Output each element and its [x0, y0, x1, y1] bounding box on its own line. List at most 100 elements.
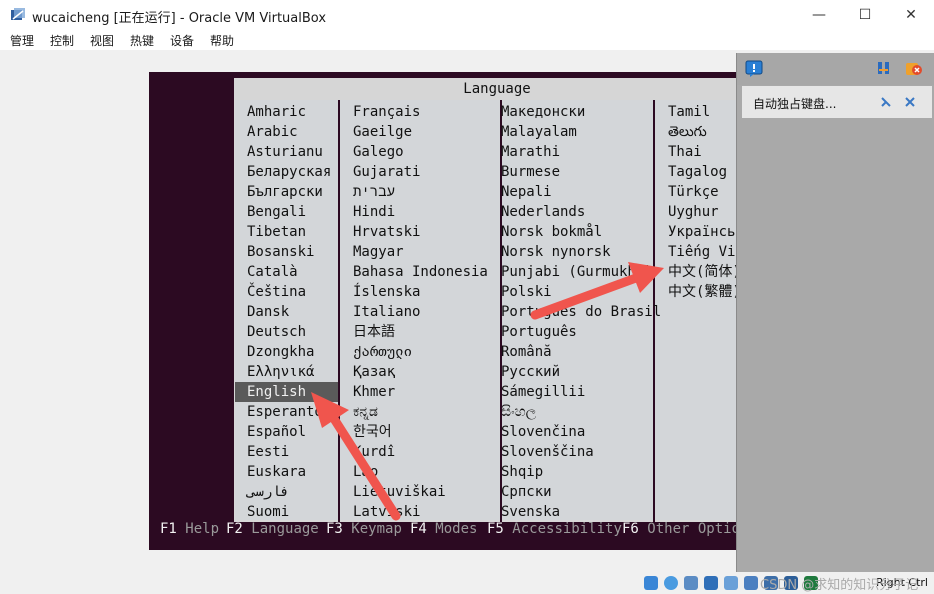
- language-option[interactable]: Nederlands: [501, 202, 585, 222]
- language-option[interactable]: తెలుగు: [668, 122, 707, 142]
- language-option[interactable]: Македонски: [501, 102, 585, 122]
- language-option[interactable]: Suomi: [247, 502, 289, 522]
- language-option[interactable]: Esperanto: [247, 402, 323, 422]
- language-option[interactable]: Burmese: [501, 162, 560, 182]
- language-option[interactable]: Eesti: [247, 442, 289, 462]
- language-option[interactable]: Hindi: [353, 202, 395, 222]
- close-button[interactable]: ✕: [888, 0, 934, 30]
- language-option[interactable]: Asturianu: [247, 142, 323, 162]
- language-option[interactable]: Svenska: [501, 502, 560, 522]
- recording-icon[interactable]: [744, 576, 758, 590]
- language-option[interactable]: עברית: [353, 182, 395, 202]
- language-option[interactable]: Gaeilge: [353, 122, 412, 142]
- language-option[interactable]: Tagalog: [668, 162, 727, 182]
- dismiss-icon[interactable]: [904, 96, 916, 108]
- language-option[interactable]: Türkçe: [668, 182, 719, 202]
- menu-devices[interactable]: 设备: [170, 32, 194, 49]
- display-icon[interactable]: [724, 576, 738, 590]
- language-option[interactable]: Polski: [501, 282, 552, 302]
- language-option[interactable]: فارسی: [247, 482, 289, 502]
- language-option[interactable]: Русский: [501, 362, 560, 382]
- language-option[interactable]: Қазақ: [353, 362, 395, 382]
- close-all-icon[interactable]: [905, 60, 923, 78]
- language-option[interactable]: Arabic: [247, 122, 298, 142]
- language-option[interactable]: Uyghur: [668, 202, 719, 222]
- language-option[interactable]: Lao: [353, 462, 378, 482]
- language-option[interactable]: Português do Brasil: [501, 302, 661, 322]
- language-option[interactable]: Bosanski: [247, 242, 314, 262]
- language-option[interactable]: Norsk nynorsk: [501, 242, 611, 262]
- language-option[interactable]: Gujarati: [353, 162, 420, 182]
- language-option[interactable]: සිංහල: [501, 402, 536, 422]
- menu-hotkeys[interactable]: 热键: [130, 32, 154, 49]
- language-option[interactable]: Marathi: [501, 142, 560, 162]
- language-option[interactable]: Català: [247, 262, 298, 282]
- language-option[interactable]: Српски: [501, 482, 552, 502]
- usb-icon[interactable]: [684, 576, 698, 590]
- message-icon[interactable]: [745, 60, 763, 78]
- language-option[interactable]: Français: [353, 102, 420, 122]
- language-option[interactable]: Tibetan: [247, 222, 306, 242]
- minimize-button[interactable]: —: [796, 0, 842, 30]
- language-option[interactable]: Malayalam: [501, 122, 577, 142]
- language-option[interactable]: Latviski: [353, 502, 420, 522]
- menu-bar: 管理 控制 视图 热键 设备 帮助: [0, 30, 934, 50]
- language-option[interactable]: Thai: [668, 142, 702, 162]
- notification-item[interactable]: 自动独占键盘...: [742, 86, 932, 118]
- language-option[interactable]: Dzongkha: [247, 342, 314, 362]
- language-option[interactable]: Lietuviškai: [353, 482, 446, 502]
- language-option[interactable]: Română: [501, 342, 552, 362]
- language-option[interactable]: Беларуская: [247, 162, 331, 182]
- language-option[interactable]: 中文(繁體): [668, 282, 741, 302]
- fkey-f1[interactable]: F1 Help: [160, 521, 219, 537]
- language-option[interactable]: Tamil: [668, 102, 710, 122]
- menu-help[interactable]: 帮助: [210, 32, 234, 49]
- language-option[interactable]: Amharic: [247, 102, 306, 122]
- language-option[interactable]: 中文(简体): [668, 262, 741, 282]
- language-option-selected[interactable]: English: [235, 382, 338, 402]
- fkey-f3[interactable]: F3 Keymap: [326, 521, 402, 537]
- maximize-button[interactable]: ☐: [842, 0, 888, 30]
- language-option[interactable]: Euskara: [247, 462, 306, 482]
- language-option[interactable]: Ελληνικά: [247, 362, 314, 382]
- language-option[interactable]: Dansk: [247, 302, 289, 322]
- fkey-f4[interactable]: F4 Modes: [410, 521, 477, 537]
- menu-view[interactable]: 视图: [90, 32, 114, 49]
- disk-icon[interactable]: [644, 576, 658, 590]
- language-option[interactable]: Nepali: [501, 182, 552, 202]
- language-option[interactable]: Deutsch: [247, 322, 306, 342]
- fkey-f5[interactable]: F5 Accessibility: [487, 521, 622, 537]
- language-option[interactable]: 日本語: [353, 322, 395, 342]
- language-option[interactable]: Íslenska: [353, 282, 420, 302]
- language-option[interactable]: Magyar: [353, 242, 404, 262]
- language-option[interactable]: Sámegillii: [501, 382, 585, 402]
- fkey-label: Accessibility: [512, 521, 622, 537]
- menu-manage[interactable]: 管理: [10, 32, 34, 49]
- language-option[interactable]: ಕನ್ನಡ: [353, 402, 378, 422]
- language-option[interactable]: Slovenščina: [501, 442, 594, 462]
- language-option[interactable]: Shqip: [501, 462, 543, 482]
- language-option[interactable]: Italiano: [353, 302, 420, 322]
- language-option[interactable]: Español: [247, 422, 306, 442]
- language-option[interactable]: ქართული: [353, 342, 412, 362]
- language-option[interactable]: 한국어: [353, 422, 392, 442]
- language-option[interactable]: Bengali: [247, 202, 306, 222]
- language-option[interactable]: Čeština: [247, 282, 306, 302]
- language-option[interactable]: Norsk bokmål: [501, 222, 602, 242]
- language-option[interactable]: Slovenčina: [501, 422, 585, 442]
- fkey-f2[interactable]: F2 Language: [226, 521, 319, 537]
- language-option[interactable]: Bahasa Indonesia: [353, 262, 488, 282]
- language-option[interactable]: Português: [501, 322, 577, 342]
- language-option[interactable]: Kurdî: [353, 442, 395, 462]
- dialog-title: Language: [234, 78, 760, 100]
- pin-icon[interactable]: [876, 60, 892, 76]
- language-option[interactable]: Khmer: [353, 382, 395, 402]
- language-option[interactable]: Български: [247, 182, 323, 202]
- language-option[interactable]: Hrvatski: [353, 222, 420, 242]
- language-option[interactable]: Galego: [353, 142, 404, 162]
- network-icon[interactable]: [664, 576, 678, 590]
- shared-folder-icon[interactable]: [704, 576, 718, 590]
- pin-icon[interactable]: [880, 96, 892, 108]
- menu-control[interactable]: 控制: [50, 32, 74, 49]
- language-option[interactable]: Punjabi (Gurmukhi): [501, 262, 653, 282]
